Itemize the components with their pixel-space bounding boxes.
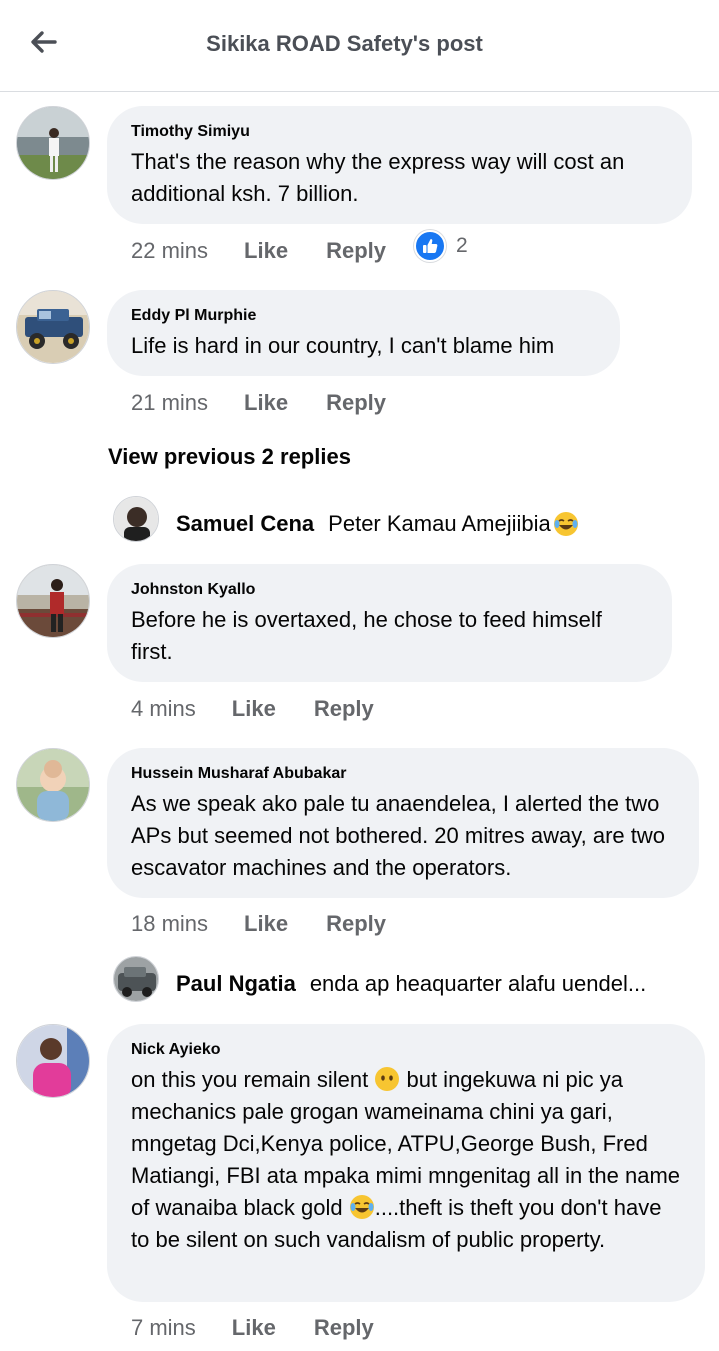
comment-time[interactable]: 21 mins [131, 390, 208, 416]
comment-actions: 18 mins Like Reply [131, 909, 386, 939]
comment-time[interactable]: 4 mins [131, 696, 196, 722]
reply-author[interactable]: Samuel Cena [176, 511, 314, 537]
comment-bubble: Eddy Pl Murphie Life is hard in our coun… [107, 290, 620, 376]
like-button[interactable]: Like [232, 696, 276, 722]
reply-button[interactable]: Reply [326, 390, 386, 416]
avatar[interactable] [113, 956, 159, 1002]
avatar[interactable] [16, 106, 90, 180]
comment-text: Life is hard in our country, I can't bla… [131, 333, 555, 358]
comment-text: on this you remain silent but ingekuwa n… [131, 1064, 681, 1256]
avatar[interactable] [113, 496, 159, 542]
comment-author[interactable]: Nick Ayieko [131, 1040, 681, 1060]
reply-preview[interactable]: Paul Ngatia enda ap heaquarter alafu uen… [176, 971, 646, 997]
comment-author[interactable]: Hussein Musharaf Abubakar [131, 764, 675, 784]
like-button[interactable]: Like [244, 390, 288, 416]
comment-actions: 7 mins Like Reply [131, 1313, 374, 1343]
comment-time[interactable]: 18 mins [131, 911, 208, 937]
tears-of-joy-emoji [553, 511, 579, 537]
thumbs-up-icon [414, 230, 446, 262]
comment-actions: 22 mins Like Reply [131, 236, 386, 266]
reply-preview[interactable]: Samuel Cena Peter Kamau Amejiibia [176, 511, 579, 537]
comment-bubble: Nick Ayieko on this you remain silent bu… [107, 1024, 705, 1302]
comment-author[interactable]: Eddy Pl Murphie [131, 306, 596, 326]
no-mouth-face-emoji [374, 1066, 400, 1092]
avatar[interactable] [16, 1024, 90, 1098]
reply-author[interactable]: Paul Ngatia [176, 971, 296, 997]
view-previous-replies-link[interactable]: View previous 2 replies [108, 444, 351, 470]
like-button[interactable]: Like [232, 1315, 276, 1341]
tears-of-joy-emoji [349, 1194, 375, 1220]
comment-text: That's the reason why the express way wi… [131, 149, 625, 206]
comment-author[interactable]: Timothy Simiyu [131, 122, 668, 142]
reaction-count-value: 2 [456, 234, 468, 257]
comment-bubble: Timothy Simiyu That's the reason why the… [107, 106, 692, 224]
comment-time[interactable]: 7 mins [131, 1315, 196, 1341]
reply-button[interactable]: Reply [326, 238, 386, 264]
like-button[interactable]: Like [244, 238, 288, 264]
comment-text: As we speak ako pale tu anaendelea, I al… [131, 791, 665, 880]
reply-text: Peter Kamau Amejiibia [328, 511, 551, 536]
reply-button[interactable]: Reply [314, 1315, 374, 1341]
comment-time[interactable]: 22 mins [131, 238, 208, 264]
page-title: Sikika ROAD Safety's post [206, 31, 483, 56]
comment-actions: 4 mins Like Reply [131, 694, 374, 724]
like-button[interactable]: Like [244, 911, 288, 937]
comment-text-part: on this you remain silent [131, 1067, 369, 1092]
comment-text: Before he is overtaxed, he chose to feed… [131, 607, 602, 664]
reply-button[interactable]: Reply [314, 696, 374, 722]
reply-text: enda ap heaquarter alafu uendel... [309, 971, 647, 996]
reaction-count[interactable]: 2 [414, 230, 468, 262]
avatar[interactable] [16, 564, 90, 638]
comment-actions: 21 mins Like Reply [131, 388, 386, 418]
reply-button[interactable]: Reply [326, 911, 386, 937]
top-bar: Sikika ROAD Safety's post [0, 0, 719, 92]
avatar[interactable] [16, 748, 90, 822]
comment-bubble: Johnston Kyallo Before he is overtaxed, … [107, 564, 672, 682]
avatar[interactable] [16, 290, 90, 364]
comment-bubble: Hussein Musharaf Abubakar As we speak ak… [107, 748, 699, 898]
comment-author[interactable]: Johnston Kyallo [131, 580, 648, 600]
